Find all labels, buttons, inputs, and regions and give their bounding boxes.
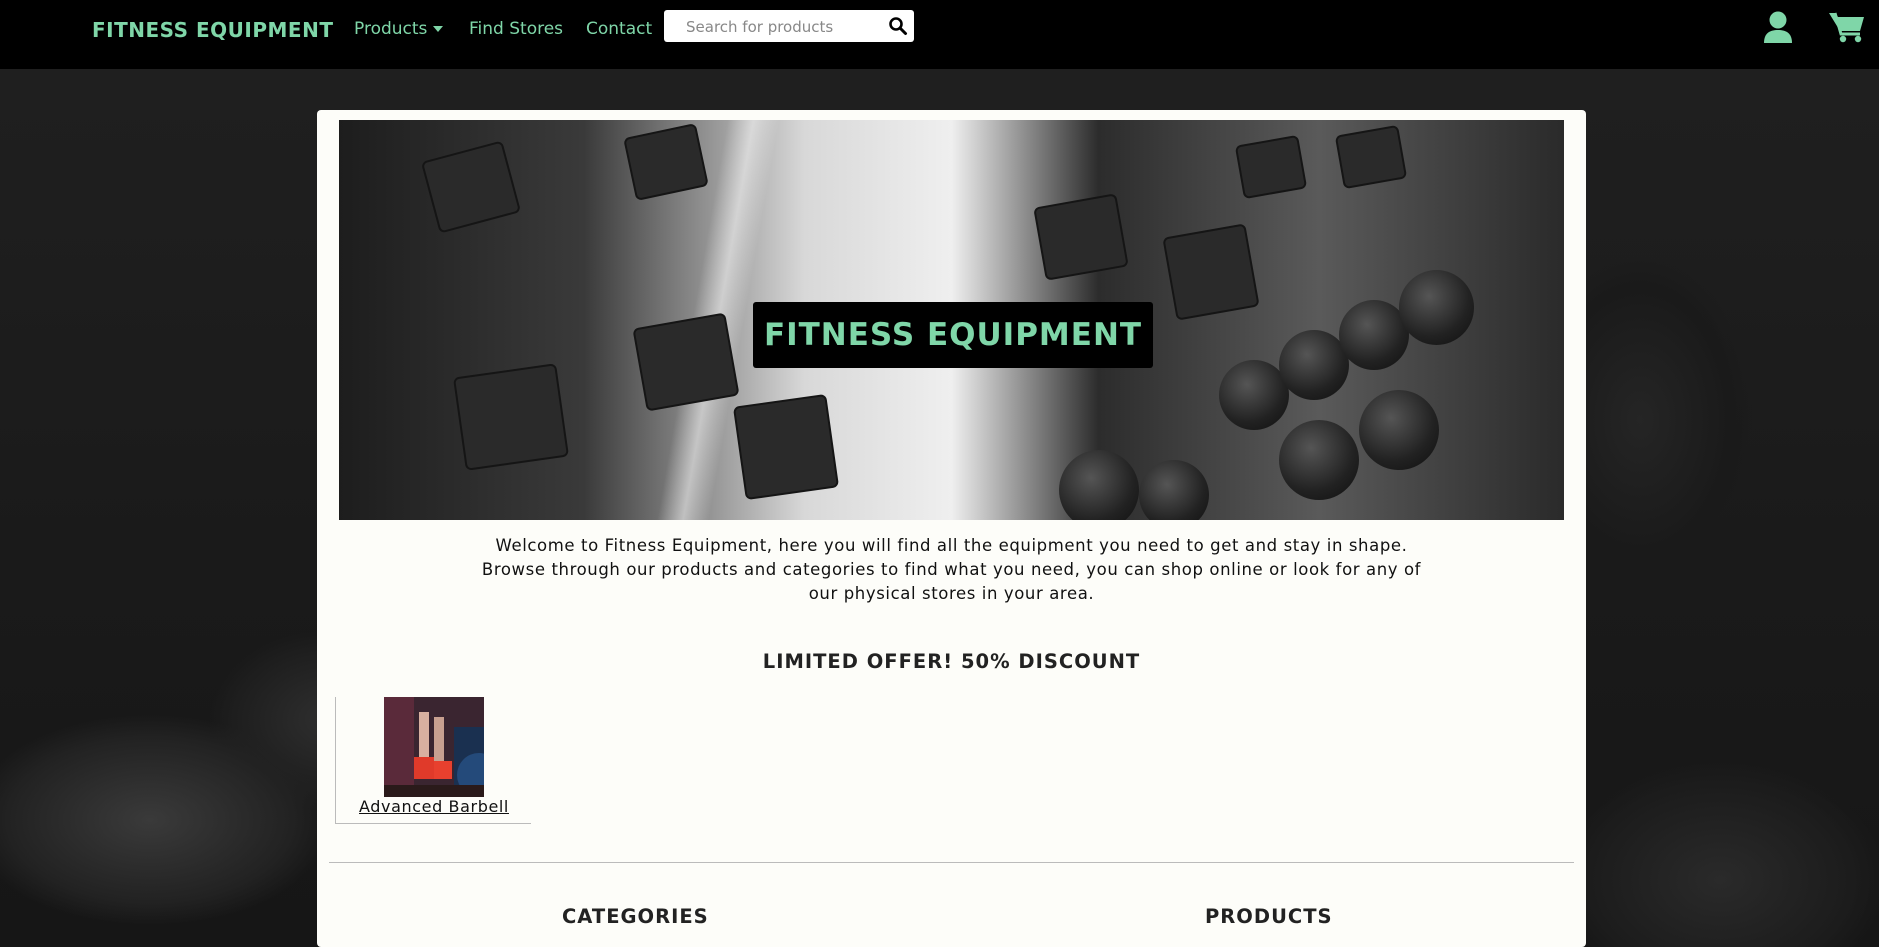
product-image[interactable] [384, 697, 484, 797]
search-form [664, 10, 914, 44]
dumbbell-shape [1334, 124, 1408, 190]
offer-product-card: Advanced Barbell [335, 697, 531, 824]
main-card: FITNESS EQUIPMENT Welcome to Fitness Equ… [317, 110, 1586, 947]
navbar: FITNESS EQUIPMENT Products Find Stores C… [0, 0, 1879, 69]
dumbbell-shape [420, 140, 522, 234]
product-name-link[interactable]: Advanced Barbell [336, 797, 532, 816]
nav-products-label: Products [354, 19, 428, 39]
nav-products-dropdown[interactable]: Products [354, 19, 444, 39]
welcome-text: Welcome to Fitness Equipment, here you w… [317, 534, 1586, 606]
brand-link[interactable]: FITNESS EQUIPMENT [92, 18, 333, 42]
nav-contact[interactable]: Contact [586, 19, 652, 39]
kettlebell-shape [1279, 420, 1359, 500]
nav-find-stores[interactable]: Find Stores [469, 19, 563, 39]
dumbbell-shape [452, 363, 570, 471]
kettlebell-shape [1359, 390, 1439, 470]
dumbbell-shape [1234, 134, 1308, 200]
welcome-line: our physical stores in your area. [808, 584, 1095, 603]
dumbbell-shape [1162, 223, 1260, 321]
kettlebell-shape [1399, 270, 1474, 345]
dumbbell-shape [632, 312, 740, 412]
hero-title-box: FITNESS EQUIPMENT [753, 302, 1153, 368]
kettlebell-shape [1059, 450, 1139, 520]
welcome-line: Welcome to Fitness Equipment, here you w… [495, 536, 1408, 555]
dumbbell-shape [1033, 193, 1129, 281]
search-icon[interactable] [888, 16, 908, 36]
dumbbell-shape [732, 393, 840, 501]
hero-image: FITNESS EQUIPMENT [339, 120, 1564, 520]
cart-icon[interactable] [1828, 10, 1866, 44]
chevron-down-icon [433, 26, 444, 32]
products-heading: PRODUCTS [1205, 905, 1333, 928]
search-input[interactable] [670, 10, 888, 44]
offer-title: LIMITED OFFER! 50% DISCOUNT [762, 650, 1141, 673]
divider [329, 862, 1574, 863]
welcome-line: Browse through our products and categori… [481, 560, 1422, 579]
dumbbell-shape [623, 123, 709, 201]
hero-title: FITNESS EQUIPMENT [763, 317, 1143, 353]
kettlebell-shape [1139, 460, 1209, 520]
categories-heading: CATEGORIES [562, 905, 709, 928]
user-icon[interactable] [1762, 10, 1794, 44]
